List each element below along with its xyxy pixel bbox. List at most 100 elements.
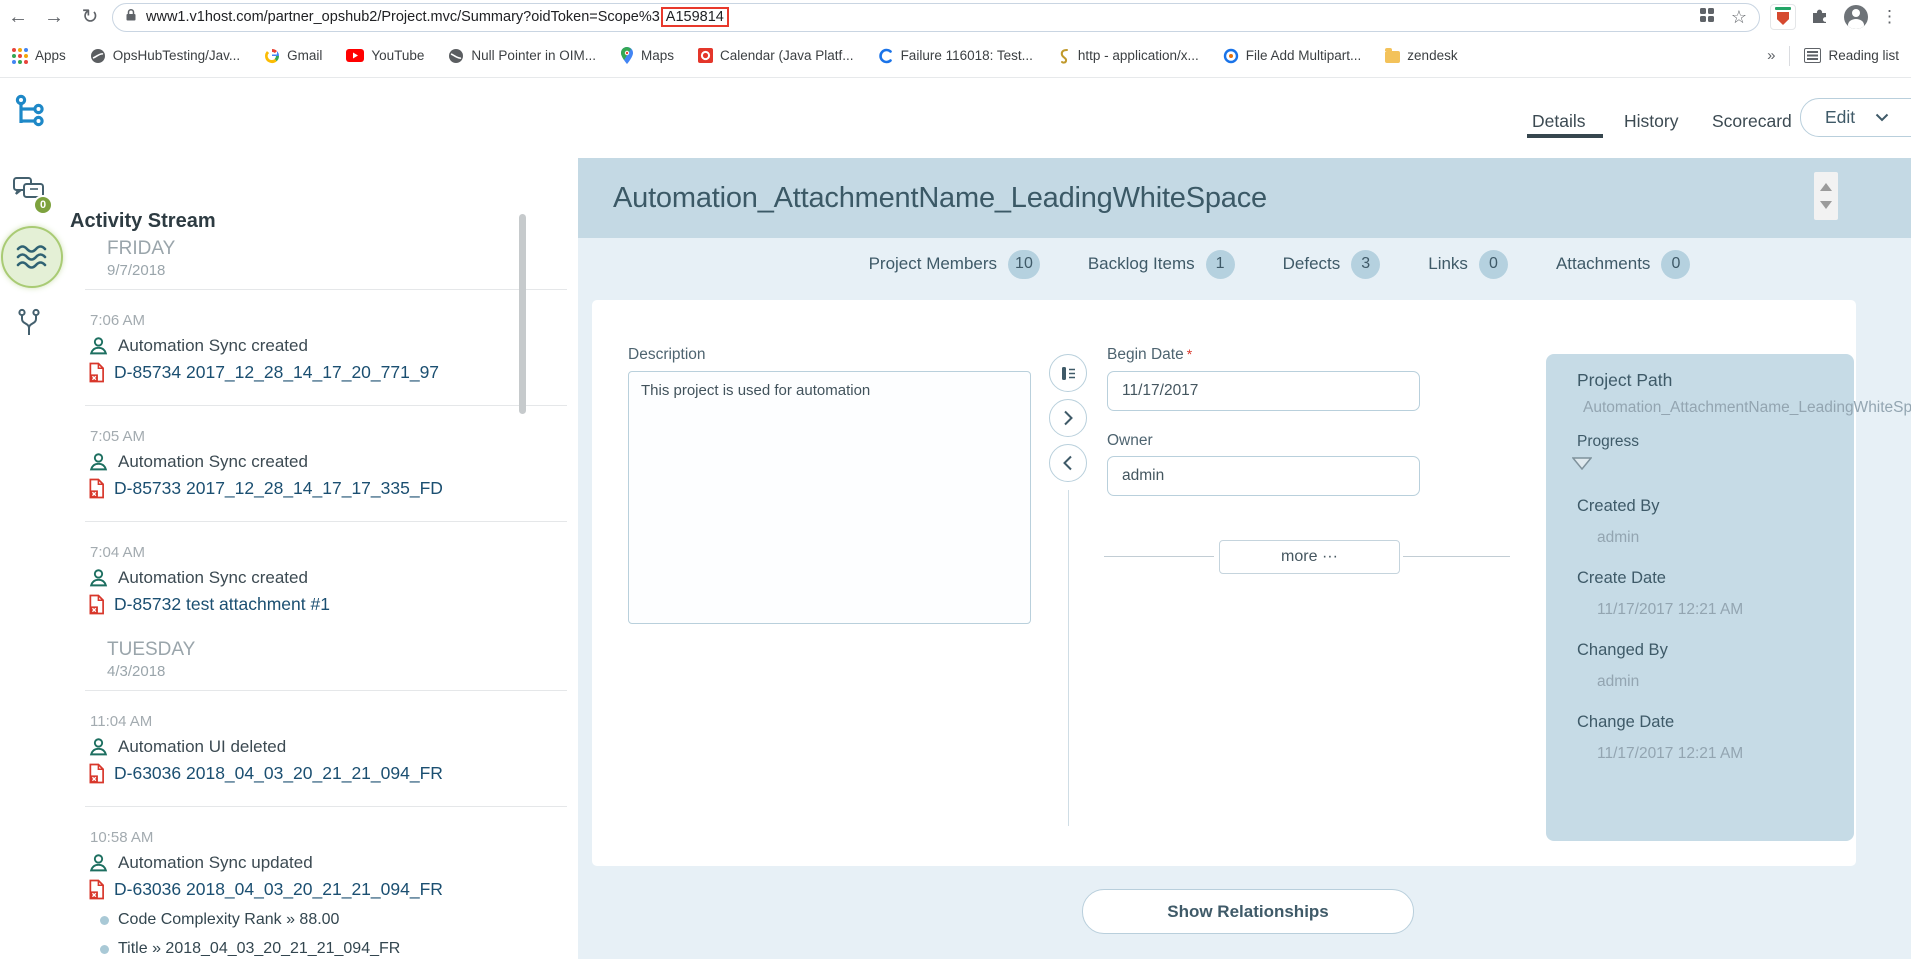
person-icon (88, 736, 109, 757)
more-button[interactable]: more ··· (1219, 540, 1400, 574)
activity-day: FRIDAY (107, 238, 575, 260)
entry-time: 7:04 AM (90, 544, 575, 561)
url-bar[interactable]: www1.v1host.com/partner_opshub2/Project.… (112, 3, 1760, 32)
main-pane: Details History Scorecard Edit Automatio… (575, 78, 1911, 959)
entry-item-link[interactable]: D-63036 2018_04_03_20_21_21_094_FR (114, 763, 443, 784)
entry-actor: Automation UI deleted (118, 737, 286, 757)
divider (85, 521, 567, 522)
changed-by-label: Changed By (1577, 641, 1854, 660)
fork-icon[interactable] (16, 308, 42, 343)
count-badge: 3 (1351, 250, 1380, 279)
script-icon (1057, 48, 1071, 64)
divider (1068, 490, 1069, 826)
bookmark-gmail[interactable]: Gmail (264, 48, 322, 64)
profile-avatar-icon[interactable] (1844, 5, 1868, 29)
activity-stream-title: Activity Stream (70, 210, 575, 233)
reading-list-button[interactable]: Reading list (1804, 48, 1899, 63)
tab-grid-icon[interactable] (1699, 7, 1715, 28)
subtab-defects[interactable]: Defects3 (1283, 250, 1381, 279)
count-badge: 1 (1206, 250, 1235, 279)
refresh-icon[interactable]: ↻ (72, 0, 108, 34)
defect-file-icon (88, 362, 105, 383)
bookmark-http[interactable]: http - application/x... (1057, 48, 1199, 64)
edit-button[interactable]: Edit (1800, 98, 1911, 137)
activity-entry: 10:58 AM Automation Sync updated D-63036… (66, 829, 575, 959)
blue-c-icon (878, 48, 894, 64)
panel-list-icon (1060, 365, 1077, 382)
defect-file-icon (88, 879, 105, 900)
puzzle-extension-icon[interactable] (1809, 4, 1831, 31)
bookmark-apps[interactable]: Apps (12, 48, 66, 64)
bookmark-opshub[interactable]: OpsHubTesting/Jav... (90, 48, 240, 64)
entry-actor: Automation Sync created (118, 336, 308, 356)
entry-item-link[interactable]: D-85733 2017_12_28_14_17_17_335_FD (114, 478, 443, 499)
description-label: Description (628, 346, 706, 364)
activity-scrollbar[interactable] (519, 214, 526, 414)
bookmark-youtube[interactable]: YouTube (346, 48, 424, 63)
scroll-down-icon[interactable] (1820, 201, 1832, 209)
project-path-label: Project Path (1577, 370, 1854, 391)
divider (1104, 556, 1214, 557)
required-asterisk: * (1187, 346, 1192, 362)
entry-item-link[interactable]: D-85734 2017_12_28_14_17_20_771_97 (114, 362, 439, 383)
bookmarks-bar: Apps OpsHubTesting/Jav... Gmail YouTube … (0, 34, 1911, 78)
entry-item-link[interactable]: D-85732 test attachment #1 (114, 594, 330, 615)
person-icon (88, 567, 109, 588)
conversations-icon[interactable]: 0 (12, 176, 46, 209)
extensions-area: ⋮ (1760, 4, 1911, 31)
browser-toolbar: ← → ↻ www1.v1host.com/partner_opshub2/Pr… (0, 0, 1911, 34)
page-title: Automation_AttachmentName_LeadingWhiteSp… (613, 158, 1267, 238)
create-date-value: 11/17/2017 12:21 AM (1597, 601, 1854, 619)
collapse-right-button[interactable] (1049, 399, 1087, 437)
collapse-left-button[interactable] (1049, 444, 1087, 482)
forward-icon[interactable]: → (36, 0, 72, 34)
title-band: Automation_AttachmentName_LeadingWhiteSp… (578, 158, 1911, 238)
scroll-up-icon[interactable] (1820, 183, 1832, 191)
bookmarks-overflow-chevron[interactable]: » (1767, 47, 1775, 64)
google-g-icon (264, 48, 280, 64)
person-icon (88, 852, 109, 873)
show-relationships-button[interactable]: Show Relationships (1082, 889, 1414, 934)
apps-grid-icon (12, 48, 28, 64)
tab-history[interactable]: History (1624, 111, 1678, 132)
tab-scorecard[interactable]: Scorecard (1712, 111, 1792, 132)
defect-file-icon (88, 478, 105, 499)
owner-input[interactable] (1107, 456, 1420, 496)
subtab-attachments[interactable]: Attachments0 (1556, 250, 1691, 279)
url-annotation-box: A159814 (661, 7, 729, 27)
bookmark-nullpointer[interactable]: Null Pointer in OIM... (448, 48, 596, 64)
shield-extension-icon[interactable] (1770, 4, 1796, 30)
count-badge: 0 (1479, 250, 1508, 279)
description-textarea[interactable]: This project is used for automation (628, 371, 1031, 624)
url-text: www1.v1host.com/partner_opshub2/Project.… (146, 7, 1690, 27)
activity-stream-button[interactable] (1, 226, 63, 288)
bookmark-maps[interactable]: Maps (620, 47, 674, 64)
subtab-project-members[interactable]: Project Members10 (869, 250, 1040, 279)
oracle-calendar-icon (698, 48, 713, 63)
bookmark-calendar[interactable]: Calendar (Java Platf... (698, 48, 854, 63)
subtab-backlog-items[interactable]: Backlog Items1 (1088, 250, 1235, 279)
divider (85, 690, 567, 691)
versionone-logo-icon[interactable] (14, 94, 48, 139)
menu-kebab-icon[interactable]: ⋮ (1881, 7, 1898, 27)
subtab-links[interactable]: Links0 (1428, 250, 1508, 279)
entry-item-link[interactable]: D-63036 2018_04_03_20_21_21_094_FR (114, 879, 443, 900)
begin-date-label: Begin Date* (1107, 346, 1192, 364)
divider (1403, 556, 1510, 557)
bookmark-failure[interactable]: Failure 116018: Test... (878, 48, 1033, 64)
chevron-down-icon (1875, 113, 1889, 122)
bookmark-star-icon[interactable]: ☆ (1731, 7, 1747, 28)
screen: ← → ↻ www1.v1host.com/partner_opshub2/Pr… (0, 0, 1911, 959)
entry-time: 10:58 AM (90, 829, 575, 846)
panel-layout-button[interactable] (1049, 354, 1087, 392)
band-scroll-widget[interactable] (1814, 172, 1838, 220)
tab-details[interactable]: Details (1532, 111, 1586, 132)
begin-date-input[interactable] (1107, 371, 1420, 411)
bookmark-zendesk[interactable]: zendesk (1385, 48, 1457, 63)
activity-entry: 7:04 AM Automation Sync created D-85732 … (66, 544, 575, 615)
divider (1789, 46, 1790, 66)
bookmark-fileadd[interactable]: File Add Multipart... (1223, 48, 1362, 64)
back-icon[interactable]: ← (0, 0, 36, 34)
more-fields-row: more ··· (1104, 540, 1510, 572)
progress-label: Progress (1577, 433, 1854, 451)
